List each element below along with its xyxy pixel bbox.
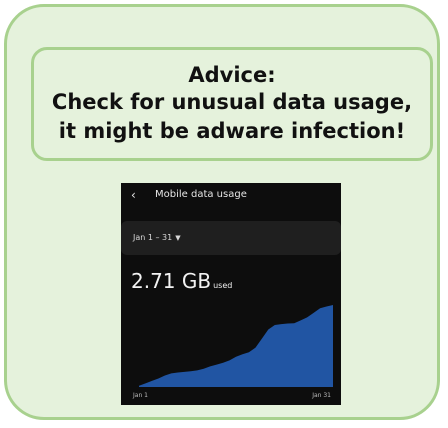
usage-area-series [139,305,333,387]
advice-card: Advice: Check for unusual data usage, it… [4,4,440,420]
usage-chart [139,305,333,387]
advice-line-2: it might be adware infection! [58,119,406,143]
advice-line-1: Check for unusual data usage, [51,90,413,114]
x-tick-label-start: Jan 1 [133,392,148,399]
advice-box: Advice: Check for unusual data usage, it… [31,47,433,161]
phone-screenshot: ‹ Mobile data usage Jan 1 – 31 ▼ 2.71 GB u… [121,183,341,405]
x-tick-label-end: Jan 31 [312,392,331,399]
advice-title: Advice: [188,63,276,87]
